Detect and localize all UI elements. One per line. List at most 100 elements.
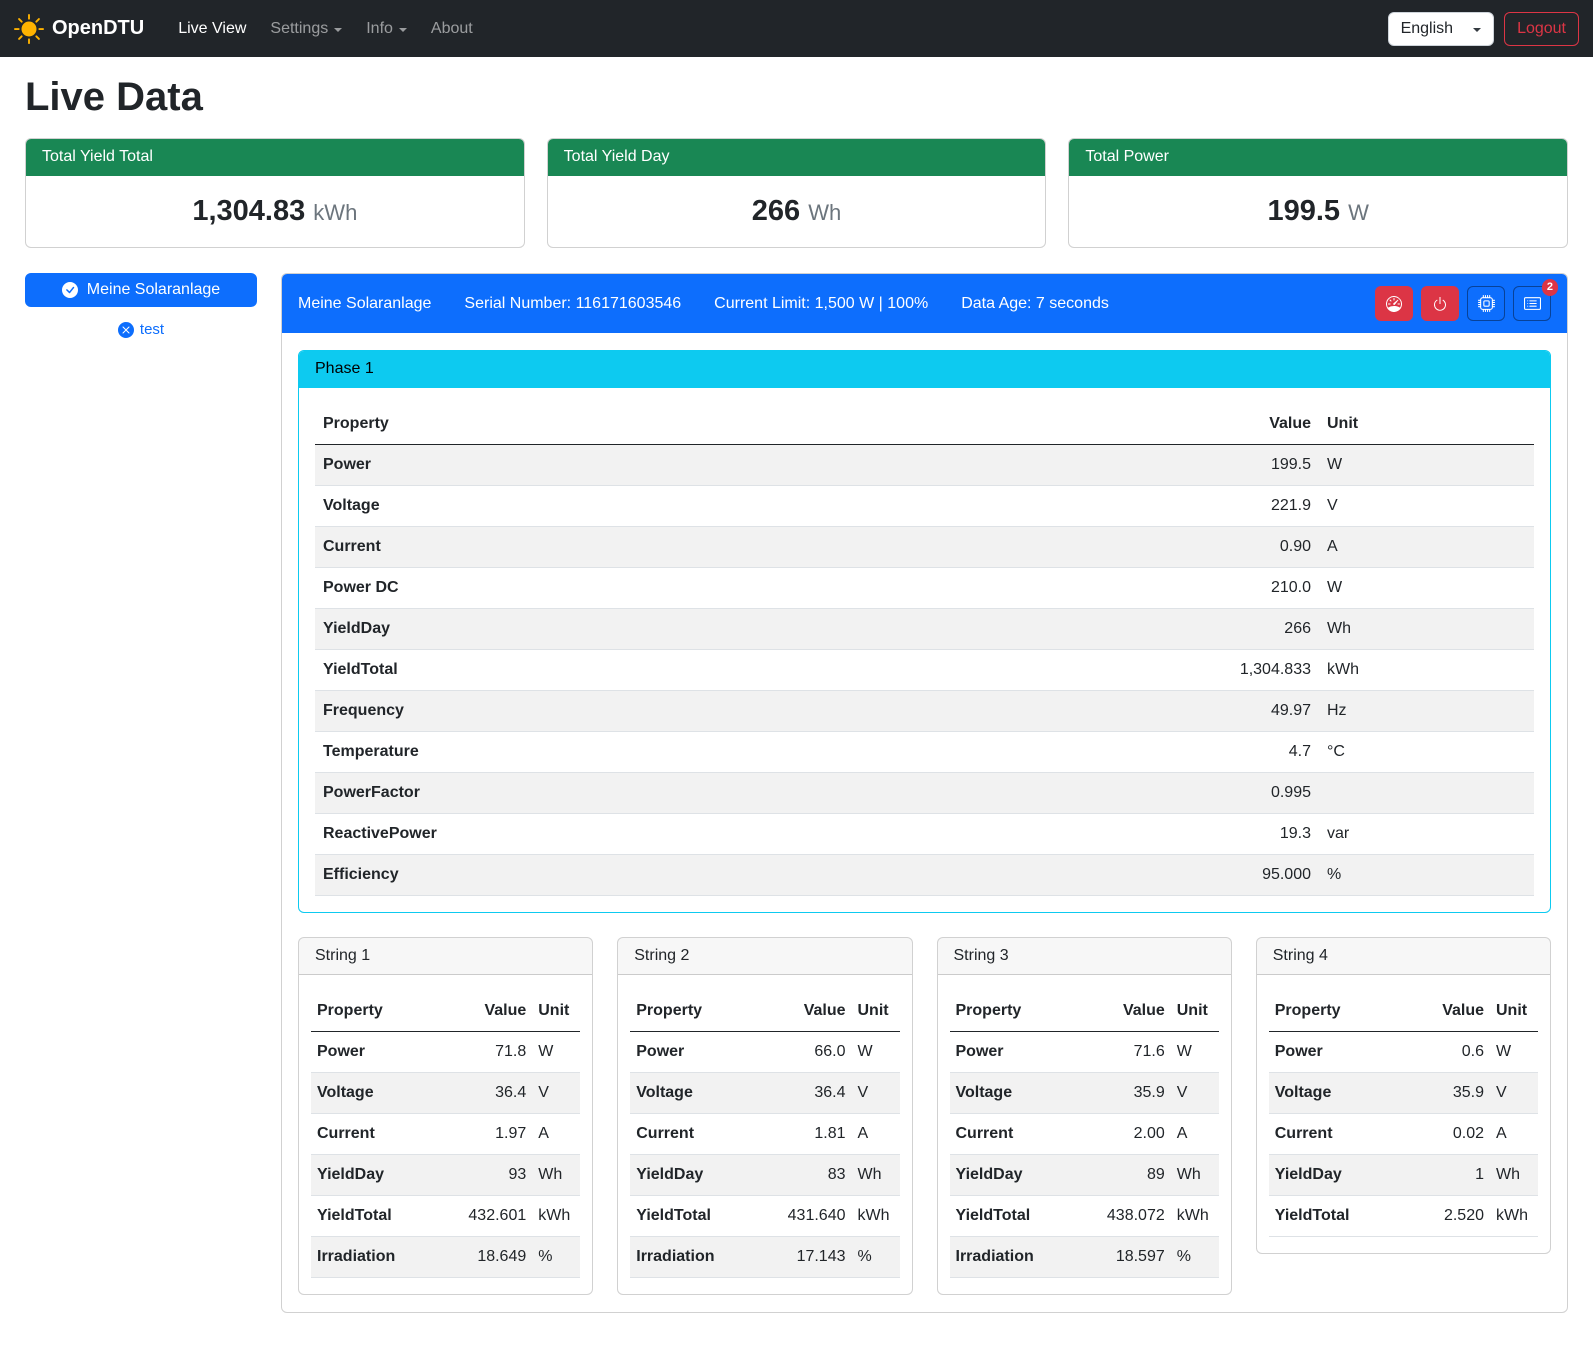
value-cell: 266 [916, 609, 1319, 650]
summary-value: 199.5 [1267, 195, 1340, 227]
unit-cell: Wh [1171, 1155, 1219, 1196]
property-cell: YieldDay [315, 609, 916, 650]
phase-table-body: Power199.5WVoltage221.9VCurrent0.90APowe… [315, 445, 1534, 896]
inverter-name: Meine Solaranlage [298, 295, 431, 313]
table-row: YieldTotal1,304.833kWh [315, 650, 1534, 691]
inverter-panel: Meine Solaranlage Serial Number: 1161716… [281, 273, 1568, 1313]
check-circle-icon [62, 282, 78, 298]
unit-cell: A [1171, 1114, 1219, 1155]
logout-button[interactable]: Logout [1504, 12, 1579, 46]
property-cell: Power [630, 1032, 755, 1073]
table-row: Temperature4.7°C [315, 732, 1534, 773]
property-cell: YieldTotal [630, 1196, 755, 1237]
header-property: Property [311, 991, 436, 1032]
header-unit: Unit [1490, 991, 1538, 1032]
value-cell: 35.9 [1405, 1073, 1490, 1114]
unit-cell: kWh [852, 1196, 900, 1237]
summary-card-body: 199.5 W [1069, 176, 1567, 247]
table-row: Power0.6W [1269, 1032, 1538, 1073]
value-cell: 432.601 [436, 1196, 533, 1237]
device-info-button[interactable] [1467, 286, 1505, 321]
phase-title: Phase 1 [299, 351, 1550, 388]
unit-cell: % [852, 1237, 900, 1278]
nav-links: Live View Settings Info About [166, 12, 485, 46]
table-row: YieldDay83Wh [630, 1155, 899, 1196]
value-cell: 0.6 [1405, 1032, 1490, 1073]
property-cell: Efficiency [315, 855, 916, 896]
unit-cell: % [1319, 855, 1534, 896]
value-cell: 66.0 [755, 1032, 852, 1073]
string-title: String 2 [618, 938, 911, 975]
unit-cell: V [1171, 1073, 1219, 1114]
string-card-body: Property Value Unit Power66.0WVoltage36.… [618, 975, 911, 1294]
string-table-body: Power0.6WVoltage35.9VCurrent0.02AYieldDa… [1269, 1032, 1538, 1237]
inverter-select-label: Meine Solaranlage [87, 281, 220, 299]
property-cell: Frequency [315, 691, 916, 732]
language-select[interactable]: English [1388, 12, 1494, 46]
inverter-panel-body: Phase 1 Property Value Unit Power199.5WV… [282, 333, 1567, 1312]
unit-cell: % [532, 1237, 580, 1278]
value-cell: 438.072 [1074, 1196, 1171, 1237]
table-row: Voltage35.9V [1269, 1073, 1538, 1114]
table-header-row: Property Value Unit [315, 404, 1534, 445]
string-table: Property Value Unit Power71.6WVoltage35.… [950, 991, 1219, 1278]
unit-cell: V [532, 1073, 580, 1114]
table-row: YieldDay1Wh [1269, 1155, 1538, 1196]
table-row: YieldTotal438.072kWh [950, 1196, 1219, 1237]
summary-unit: Wh [808, 200, 841, 225]
header-property: Property [630, 991, 755, 1032]
property-cell: YieldDay [950, 1155, 1075, 1196]
table-row: Current1.81A [630, 1114, 899, 1155]
value-cell: 19.3 [916, 814, 1319, 855]
header-value: Value [916, 404, 1319, 445]
header-unit: Unit [1171, 991, 1219, 1032]
property-cell: Current [630, 1114, 755, 1155]
nav-item-about[interactable]: About [419, 12, 485, 46]
property-cell: YieldTotal [315, 650, 916, 691]
property-cell: ReactivePower [315, 814, 916, 855]
power-toggle-button[interactable] [1421, 286, 1459, 321]
unit-cell [1319, 773, 1534, 814]
nav-item-settings[interactable]: Settings [258, 12, 354, 46]
property-cell: YieldTotal [950, 1196, 1075, 1237]
string-card-1: String 1 Property Value Unit [298, 937, 593, 1295]
table-row: Current0.90A [315, 527, 1534, 568]
caret-down-icon [334, 28, 342, 32]
header-value: Value [755, 991, 852, 1032]
strings-row: String 1 Property Value Unit [298, 937, 1551, 1295]
nav-item-info[interactable]: Info [354, 12, 419, 46]
table-row: Power66.0W [630, 1032, 899, 1073]
inverter-select-button[interactable]: Meine Solaranlage [25, 273, 257, 307]
property-cell: Voltage [630, 1073, 755, 1114]
value-cell: 1 [1405, 1155, 1490, 1196]
property-cell: Voltage [315, 486, 916, 527]
string-title: String 4 [1257, 938, 1550, 975]
unit-cell: A [852, 1114, 900, 1155]
x-circle-icon [118, 322, 134, 338]
brand-link[interactable]: OpenDTU [14, 14, 144, 44]
property-cell: Current [1269, 1114, 1406, 1155]
limit-settings-button[interactable] [1375, 286, 1413, 321]
table-row: Voltage35.9V [950, 1073, 1219, 1114]
table-row: YieldDay266Wh [315, 609, 1534, 650]
table-row: Irradiation18.649% [311, 1237, 580, 1278]
inverter-panel-header: Meine Solaranlage Serial Number: 1161716… [282, 274, 1567, 333]
caret-down-icon [399, 28, 407, 32]
value-cell: 0.995 [916, 773, 1319, 814]
property-cell: Irradiation [630, 1237, 755, 1278]
inverter-panel-buttons: 2 [1375, 286, 1551, 321]
property-cell: Voltage [311, 1073, 436, 1114]
value-cell: 83 [755, 1155, 852, 1196]
nav-item-live-view[interactable]: Live View [166, 12, 258, 46]
value-cell: 36.4 [436, 1073, 533, 1114]
serial-number: Serial Number: 116171603546 [464, 295, 681, 313]
property-cell: Voltage [1269, 1073, 1406, 1114]
table-header-row: Property Value Unit [311, 991, 580, 1032]
table-row: Power199.5W [315, 445, 1534, 486]
inverter-list-item-test[interactable]: test [25, 321, 257, 338]
event-log-button[interactable]: 2 [1513, 286, 1551, 321]
value-cell: 35.9 [1074, 1073, 1171, 1114]
summary-card-title: Total Power [1069, 139, 1567, 176]
unit-cell: °C [1319, 732, 1534, 773]
summary-unit: W [1348, 200, 1369, 225]
